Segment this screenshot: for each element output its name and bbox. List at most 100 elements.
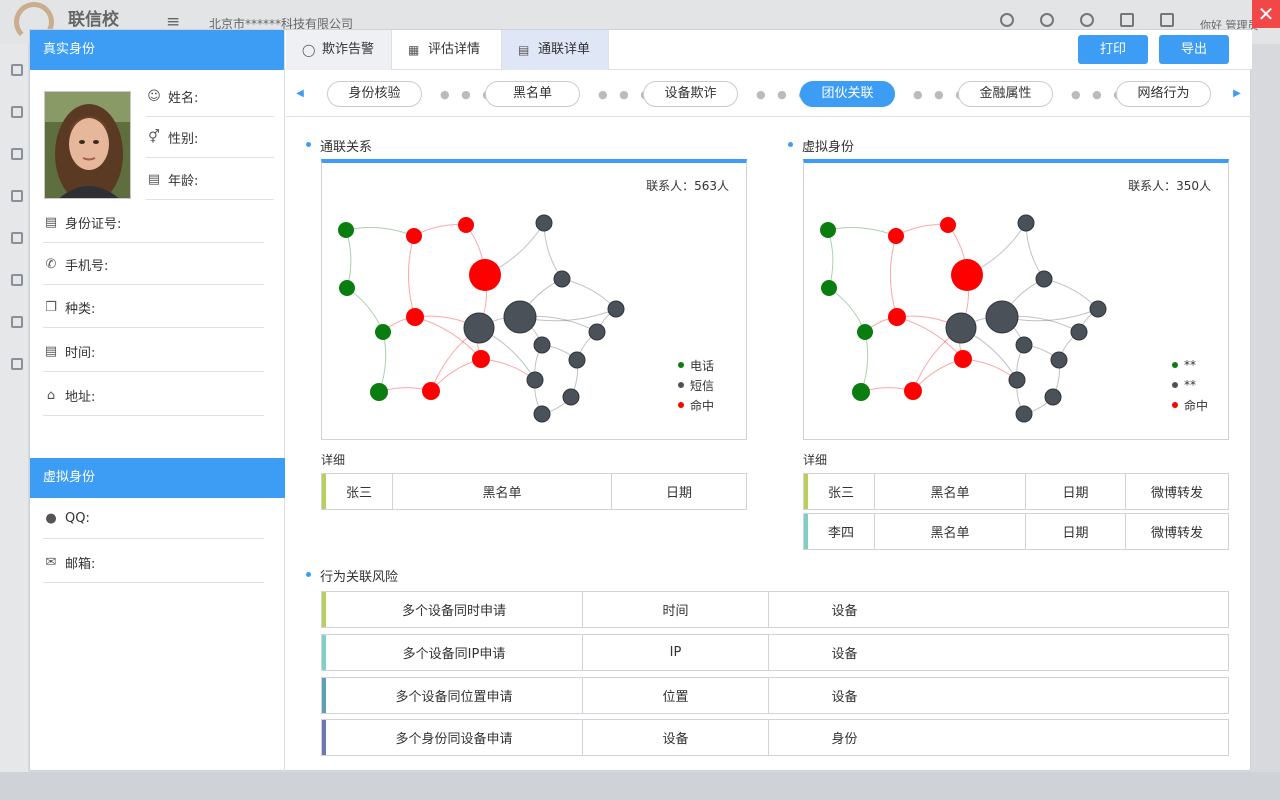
graph-node: [1070, 323, 1088, 341]
profile-photo: [44, 91, 131, 199]
graph-node: [607, 300, 625, 318]
virtual-identity-section-title: 虚拟身份: [787, 136, 854, 155]
close-button[interactable]: ✕: [1252, 0, 1280, 28]
search-icon[interactable]: [1040, 13, 1054, 27]
graph-edge: [860, 331, 869, 393]
contact-detail-title: 详细: [321, 453, 346, 467]
qq-label: QQ:: [65, 511, 90, 526]
sidebar-icon[interactable]: [11, 358, 23, 370]
table-cell: 时间: [582, 592, 768, 627]
sidebar-icon[interactable]: [11, 106, 23, 118]
sidebar-icon[interactable]: [11, 64, 23, 76]
tab-fraud-alert[interactable]: ◯ 欺诈告警: [286, 30, 392, 70]
step-financial[interactable]: 金融属性: [958, 81, 1053, 107]
graph-legend: 电话 短信 命中: [678, 355, 714, 415]
table-row: 多个设备同时申请 时间 设备: [321, 591, 1229, 628]
table-cell: 黑名单: [874, 514, 1025, 549]
tab-label: 欺诈告警: [322, 42, 375, 57]
contact-relation-title: 通联关系: [305, 136, 372, 155]
graph-node: [904, 382, 922, 400]
time-field: ▤ 时间:: [43, 332, 264, 372]
graph-edge: [1025, 222, 1045, 280]
time-label: 时间:: [65, 346, 96, 361]
copy-icon: ❐: [45, 299, 57, 315]
step-blacklist[interactable]: 黑名单: [485, 81, 580, 107]
help-icon[interactable]: [1000, 13, 1014, 27]
sidebar-icon[interactable]: [11, 148, 23, 160]
graph-node: [945, 312, 977, 344]
sidebar-icon[interactable]: [11, 274, 23, 286]
mail-icon: ✉: [45, 554, 57, 570]
sidebar-icon[interactable]: [11, 316, 23, 328]
table-cell: 设备: [768, 678, 920, 713]
print-button[interactable]: 打印: [1078, 35, 1148, 64]
table-cell: 设备: [582, 720, 768, 755]
graph-node: [857, 324, 873, 340]
graph-edge: [407, 235, 416, 318]
background-sidebar: [0, 44, 28, 800]
virtual-identity-header: 虚拟身份: [30, 458, 285, 498]
table-row: 张三 黑名单 日期 微博转发: [803, 473, 1229, 510]
graph-edge: [345, 226, 415, 237]
graph-node: [1008, 371, 1026, 389]
step-device-fraud[interactable]: 设备欺诈: [643, 81, 738, 107]
graph-node: [339, 280, 355, 296]
graph-node: [338, 222, 354, 238]
graph-node: [503, 300, 537, 334]
id-card-icon: ▤: [44, 214, 58, 230]
image-icon[interactable]: [1160, 13, 1174, 27]
contact-count: 联系人：563人: [646, 179, 729, 193]
fullscreen-icon[interactable]: [1120, 13, 1134, 27]
table-cell: 设备: [768, 592, 920, 627]
age-label: 年龄:: [168, 174, 199, 189]
gender-icon: ⚥: [148, 129, 160, 145]
user-icon: ☺: [147, 88, 161, 104]
graph-edge: [889, 235, 898, 318]
tab-assessment-detail[interactable]: ▦ 评估详情: [392, 30, 502, 70]
graph-node: [954, 350, 972, 368]
assessment-modal: 真实身份 ☺ 姓名: ⚥ 性别: ▤ 年龄: ▤ 身份证号: ✆ 手机号: ❐ …: [29, 29, 1252, 772]
graph-node: [535, 214, 553, 232]
step-identity-check[interactable]: 身份核验: [327, 81, 422, 107]
graph-node: [1017, 214, 1035, 232]
app-brand: 联信校: [68, 10, 119, 29]
tab-label: 评估详情: [428, 42, 481, 57]
document-icon: ▤: [518, 43, 530, 57]
type-field: ❐ 种类:: [43, 288, 264, 328]
virtual-detail-title: 详细: [803, 453, 828, 467]
graph-node: [422, 382, 440, 400]
graph-node: [533, 405, 551, 423]
graph-node: [852, 383, 870, 401]
step-gang-association[interactable]: 团伙关联: [800, 81, 895, 107]
virtual-graph-box: 联系人：350人 ** ** 命中: [803, 159, 1229, 440]
step-network-behavior[interactable]: 网络行为: [1116, 81, 1211, 107]
table-cell: 多个设备同时申请: [401, 604, 506, 619]
graph-edge: [346, 287, 384, 333]
id-number-field: ▤ 身份证号:: [43, 203, 264, 243]
phone-field: ✆ 手机号:: [43, 245, 264, 285]
graph-node: [370, 383, 388, 401]
step-navigator: ◀ 身份核验 ● ● ● 黑名单 ● ● ● 设备欺诈 ● ● ● 团伙关联 ●…: [286, 71, 1252, 117]
target-icon[interactable]: [1080, 13, 1094, 27]
tab-contact-detail[interactable]: ▤ 通联详单: [502, 30, 609, 70]
table-row: 多个身份同设备申请 设备 身份: [321, 719, 1229, 756]
background-footer: [0, 772, 1280, 800]
sidebar-icon[interactable]: [11, 190, 23, 202]
name-field: ☺ 姓名:: [146, 77, 274, 117]
table-cell: 黑名单: [874, 474, 1025, 509]
graph-node: [588, 323, 606, 341]
export-button[interactable]: 导出: [1159, 35, 1229, 64]
table-cell: 李四: [827, 526, 854, 541]
graph-node: [1015, 405, 1033, 423]
table-row: 多个设备同IP申请 IP 设备: [321, 634, 1229, 671]
graph-node: [568, 351, 586, 369]
address-label: 地址:: [65, 390, 96, 405]
next-arrow-icon[interactable]: ▶: [1227, 84, 1247, 104]
behavior-risk-title: 行为关联风险: [305, 566, 398, 585]
sidebar-icon[interactable]: [11, 232, 23, 244]
graph-node: [553, 270, 571, 288]
graph-node: [1044, 388, 1062, 406]
graph-node: [406, 228, 422, 244]
prev-arrow-icon[interactable]: ◀: [290, 84, 310, 104]
table-cell: 黑名单: [392, 474, 611, 509]
